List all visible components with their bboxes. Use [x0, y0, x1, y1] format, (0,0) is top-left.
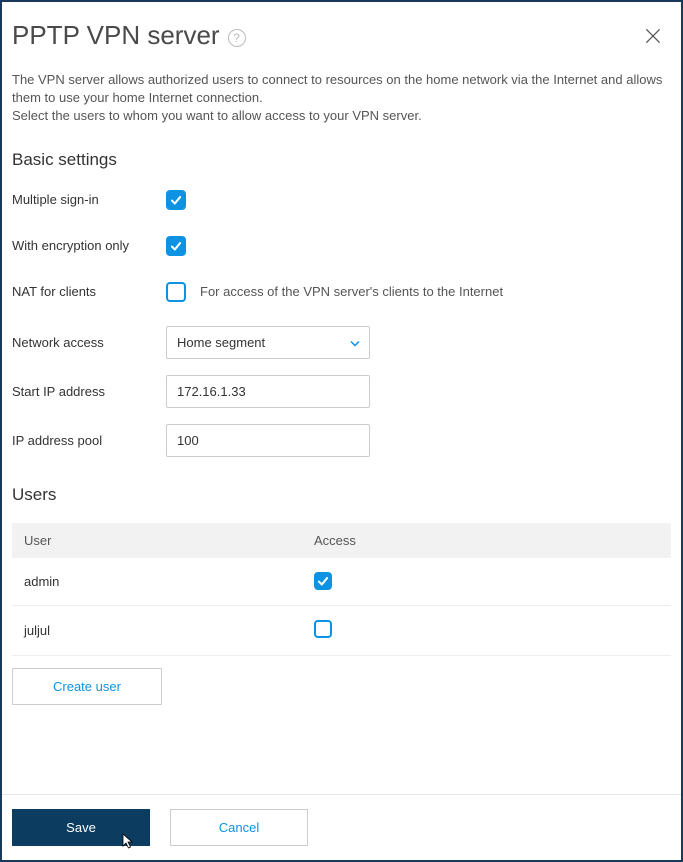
table-row: admin [12, 558, 671, 606]
cancel-button[interactable]: Cancel [170, 809, 308, 846]
network-access-select[interactable]: Home segment [166, 326, 370, 359]
basic-settings-title: Basic settings [12, 150, 671, 170]
start-ip-label: Start IP address [12, 384, 166, 399]
user-access-checkbox[interactable] [314, 572, 332, 590]
ip-pool-input[interactable] [166, 424, 370, 457]
save-label: Save [66, 820, 96, 835]
user-cell: juljul [24, 623, 314, 638]
description-line-2: Select the users to whom you want to all… [12, 108, 422, 123]
check-icon [316, 574, 330, 588]
description-line-1: The VPN server allows authorized users t… [12, 72, 662, 105]
users-table-header: User Access [12, 523, 671, 558]
user-cell: admin [24, 574, 314, 589]
nat-for-clients-label: NAT for clients [12, 284, 166, 299]
users-title: Users [12, 485, 671, 505]
user-access-checkbox[interactable] [314, 620, 332, 638]
page-title: PPTP VPN server [12, 20, 220, 51]
help-icon[interactable]: ? [228, 29, 246, 47]
ip-pool-label: IP address pool [12, 433, 166, 448]
network-access-label: Network access [12, 335, 166, 350]
encryption-only-checkbox[interactable] [166, 236, 186, 256]
multiple-signin-checkbox[interactable] [166, 190, 186, 210]
save-button[interactable]: Save [12, 809, 150, 846]
nat-for-clients-hint: For access of the VPN server's clients t… [200, 284, 503, 299]
close-button[interactable] [641, 24, 665, 48]
multiple-signin-label: Multiple sign-in [12, 192, 166, 207]
encryption-only-label: With encryption only [12, 238, 166, 253]
close-icon [643, 26, 663, 46]
table-row: juljul [12, 606, 671, 656]
nat-for-clients-checkbox[interactable] [166, 282, 186, 302]
user-column-header: User [24, 533, 314, 548]
cursor-icon [122, 833, 136, 852]
check-icon [169, 239, 183, 253]
start-ip-input[interactable] [166, 375, 370, 408]
create-user-button[interactable]: Create user [12, 668, 162, 705]
description: The VPN server allows authorized users t… [12, 71, 671, 126]
access-column-header: Access [314, 533, 659, 548]
check-icon [169, 193, 183, 207]
